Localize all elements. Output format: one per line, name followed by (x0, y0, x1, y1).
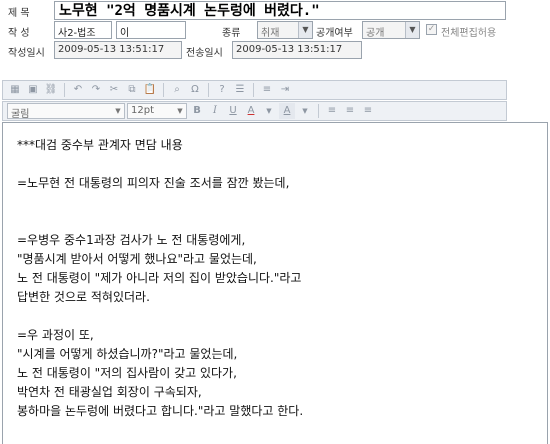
category-value: 취재 (261, 28, 280, 39)
body-line (17, 155, 533, 174)
author-label: 작 성 (8, 28, 30, 39)
title-field[interactable]: 노무현 "2억 명품시계 논두렁에 버렸다." (54, 1, 506, 20)
align-left-icon[interactable]: ≡ (324, 103, 340, 119)
category-label: 종류 (222, 28, 241, 39)
body-line: "명품시계 받아서 어떻게 했나요"라고 물었는데, (17, 252, 257, 266)
category-select[interactable]: 취재 ▼ (257, 21, 313, 39)
font-family-select[interactable]: 굴림 ▼ (7, 103, 125, 120)
table-icon[interactable]: ▦ (7, 82, 23, 98)
created-label: 작성일시 (8, 48, 45, 59)
editor-body[interactable]: ***대검 중수부 관계자 면담 내용 =노무현 전 대통령의 피의자 진술 조서… (2, 122, 548, 444)
sent-field: 2009-05-13 13:51:17 (232, 41, 362, 59)
underline-button[interactable]: U (225, 103, 241, 119)
body-line: "시계를 어떻게 하셨습니까?"라고 물었는데, (17, 347, 238, 361)
chevron-down-icon: ▼ (298, 22, 312, 38)
toolbar-divider (163, 83, 164, 97)
redo-icon[interactable]: ↷ (88, 82, 104, 98)
toolbar-divider (318, 104, 319, 118)
font-size-select[interactable]: 12pt ▼ (127, 103, 187, 119)
chevron-down-icon: ▼ (405, 22, 419, 38)
indent-icon[interactable]: ⇥ (277, 82, 293, 98)
sent-label: 전송일시 (186, 48, 223, 59)
image-icon[interactable]: ▣ (25, 82, 41, 98)
font-size-value: 12pt (131, 105, 154, 116)
public-select[interactable]: 공개 ▼ (362, 21, 420, 39)
created-field: 2009-05-13 13:51:17 (54, 41, 182, 59)
find-icon[interactable]: ⌕ (169, 82, 185, 98)
chevron-down-icon[interactable]: ▼ (297, 103, 313, 119)
author-name-field[interactable]: 이 (116, 21, 186, 39)
body-line (17, 193, 533, 212)
font-family-value: 굴림 (11, 109, 30, 120)
list-icon[interactable]: ☰ (232, 82, 248, 98)
public-label: 공개여부 (316, 28, 353, 39)
allow-edit-label: 전체편집허용 (441, 28, 497, 39)
body-line: ***대검 중수부 관계자 면담 내용 (17, 138, 183, 152)
body-line: =우병우 중수1과장 검사가 노 전 대통령에게, (17, 233, 246, 247)
help-icon[interactable]: ? (214, 82, 230, 98)
special-char-icon[interactable]: Ω (187, 82, 203, 98)
author-dept-field[interactable]: 사2-법조 (54, 21, 112, 39)
font-color-button[interactable]: A (243, 103, 259, 119)
undo-icon[interactable]: ↶ (70, 82, 86, 98)
body-line: 노 전 대통령이 "제가 아니라 저의 집이 받았습니다."라고 (17, 271, 302, 285)
body-line: 박연차 전 태광실업 회장이 구속되자, (17, 385, 202, 399)
title-label: 제 목 (8, 8, 30, 19)
cut-icon[interactable]: ✂ (106, 82, 122, 98)
toolbar-divider (208, 83, 209, 97)
editor-toolbar-format: 굴림 ▼ 12pt ▼ B I U A ▼ A ▼ ≡ ≡ ≡ (2, 101, 507, 121)
body-line: 봉하마을 논두렁에 버렸다고 합니다."라고 말했다고 한다. (17, 404, 304, 418)
body-line: 답변한 것으로 적혀있더라. (17, 290, 150, 304)
editor-toolbar-top: ▦ ▣ ⛓ ↶ ↷ ✂ ⧉ 📋 ⌕ Ω ? ☰ ≡ ⇥ (2, 80, 507, 100)
italic-button[interactable]: I (207, 103, 223, 119)
toolbar-divider (253, 83, 254, 97)
chevron-down-icon[interactable]: ▼ (261, 103, 277, 119)
bullet-list-icon[interactable]: ≡ (259, 82, 275, 98)
bold-button[interactable]: B (189, 103, 205, 119)
toolbar-divider (64, 83, 65, 97)
link-icon[interactable]: ⛓ (43, 82, 59, 98)
body-line (17, 307, 533, 326)
paste-icon[interactable]: 📋 (142, 82, 158, 98)
highlight-button[interactable]: A (279, 103, 295, 119)
body-line (17, 212, 533, 231)
align-center-icon[interactable]: ≡ (342, 103, 358, 119)
chevron-down-icon: ▼ (177, 107, 183, 115)
body-line: =우 과정이 또, (17, 328, 94, 342)
body-line: =노무현 전 대통령의 피의자 진술 조서를 잠깐 봤는데, (17, 176, 290, 190)
document-meta-panel: 제 목 노무현 "2억 명품시계 논두렁에 버렸다." 작 성 사2-법조 이 … (0, 0, 550, 80)
align-right-icon[interactable]: ≡ (360, 103, 376, 119)
copy-icon[interactable]: ⧉ (124, 82, 140, 98)
body-line: 노 전 대통령이 "저의 집사람이 갖고 있다가, (17, 366, 237, 380)
chevron-down-icon: ▼ (115, 107, 121, 115)
public-value: 공개 (366, 28, 385, 39)
allow-edit-checkbox[interactable]: ✓ (426, 24, 437, 35)
